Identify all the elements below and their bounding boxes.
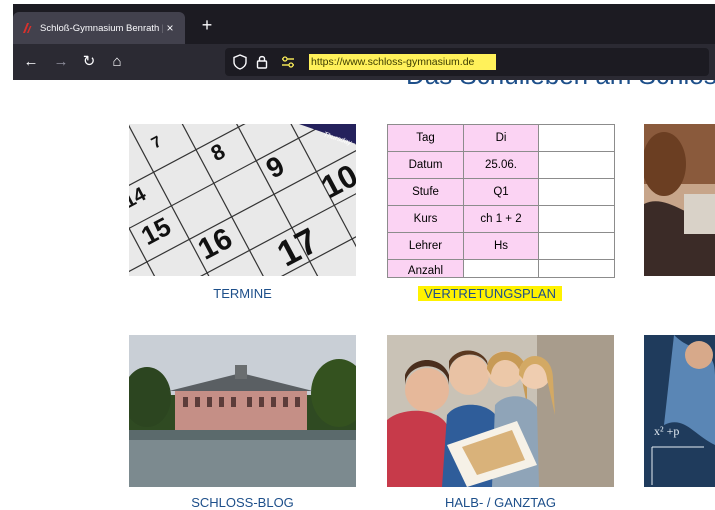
table-cell-empty xyxy=(538,151,615,179)
tab-schloss-gymnasium[interactable]: Schloß-Gymnasium Benrath | Gy × xyxy=(13,12,185,44)
new-tab-button[interactable]: + xyxy=(196,14,218,36)
table-cell-empty xyxy=(538,205,615,233)
table-cell-label: Datum xyxy=(387,151,464,179)
permissions-icon[interactable] xyxy=(279,53,297,71)
halb-ganztag-image[interactable] xyxy=(387,335,614,487)
table-cell-value: Di xyxy=(463,124,539,152)
page-content: Das Schulleben am Schloss 13 14 15 xyxy=(0,80,715,510)
home-icon[interactable]: ⌂ xyxy=(107,52,127,72)
table-row: Stufe Q1 xyxy=(387,178,615,206)
table-cell-value: Hs xyxy=(463,232,539,260)
table-cell-empty xyxy=(538,259,615,278)
termine-link[interactable]: TERMINE xyxy=(129,286,356,301)
schloss-blog-link[interactable]: SCHLOSS-BLOG xyxy=(129,495,356,510)
math-photo-partial[interactable]: x² +p xyxy=(644,335,715,487)
table-cell-label: Anzahl xyxy=(387,259,464,278)
palace-photo xyxy=(129,335,356,487)
schloss-blog-image[interactable] xyxy=(129,335,356,487)
table-cell-value: ch 1 + 2 xyxy=(463,205,539,233)
table-cell-value: 25.06. xyxy=(463,151,539,179)
table-cell-empty xyxy=(538,178,615,206)
math-formula: x² +p xyxy=(654,424,679,438)
page-title: Das Schulleben am Schloss xyxy=(406,80,715,91)
table-cell-empty xyxy=(538,124,615,152)
lock-icon[interactable] xyxy=(253,53,271,71)
tab-close-icon[interactable]: × xyxy=(163,21,177,35)
url-text[interactable]: https://www.schloss-gymnasium.de xyxy=(309,54,497,70)
address-bar[interactable]: https://www.schloss-gymnasium.de xyxy=(225,48,709,76)
termine-image[interactable]: 13 14 15 16 23 7 8 9 10 17 1 2 Thursday xyxy=(129,124,356,276)
table-row: Lehrer Hs xyxy=(387,232,615,260)
table-row: Datum 25.06. xyxy=(387,151,615,179)
tab-bar: Schloß-Gymnasium Benrath | Gy × + xyxy=(13,4,715,44)
student-photo xyxy=(644,124,715,276)
forward-arrow-icon[interactable]: → xyxy=(51,52,71,72)
table-cell-label: Stufe xyxy=(387,178,464,206)
students-photo xyxy=(387,335,614,487)
tab-title: Schloß-Gymnasium Benrath | Gy xyxy=(40,22,163,34)
vertretungsplan-link[interactable]: VERTRETUNGSPLAN xyxy=(418,286,562,301)
shield-icon[interactable] xyxy=(231,53,249,71)
reload-icon[interactable]: ↻ xyxy=(79,52,99,72)
halb-ganztag-link[interactable]: HALB- / GANZTAG xyxy=(387,495,614,510)
table-cell-label: Tag xyxy=(387,124,464,152)
navigation-bar: ← → ↻ ⌂ https://www.schloss-gymnasium.de xyxy=(13,44,715,80)
table-row: Anzahl xyxy=(387,259,615,278)
table-cell-label: Kurs xyxy=(387,205,464,233)
table-row: Tag Di xyxy=(387,124,615,152)
table-cell-label: Lehrer xyxy=(387,232,464,260)
table-cell-value: Q1 xyxy=(463,178,539,206)
chalkboard-photo: x² +p xyxy=(644,335,715,487)
school-logo-icon xyxy=(23,23,32,33)
url-value: https://www.schloss-gymnasium.de xyxy=(311,56,475,68)
back-arrow-icon[interactable]: ← xyxy=(21,52,41,72)
browser-window: Schloß-Gymnasium Benrath | Gy × + ← → ↻ … xyxy=(13,4,715,80)
students-photo-partial[interactable] xyxy=(644,124,715,276)
vertretungsplan-table[interactable]: Tag Di Datum 25.06. Stufe Q1 Kurs ch 1 + 2 L… xyxy=(387,124,615,278)
table-cell-empty xyxy=(538,232,615,260)
table-cell-value xyxy=(463,259,539,278)
calendar-illustration: 13 14 15 16 23 7 8 9 10 17 1 2 Thursday xyxy=(129,124,356,276)
table-row: Kurs ch 1 + 2 xyxy=(387,205,615,233)
